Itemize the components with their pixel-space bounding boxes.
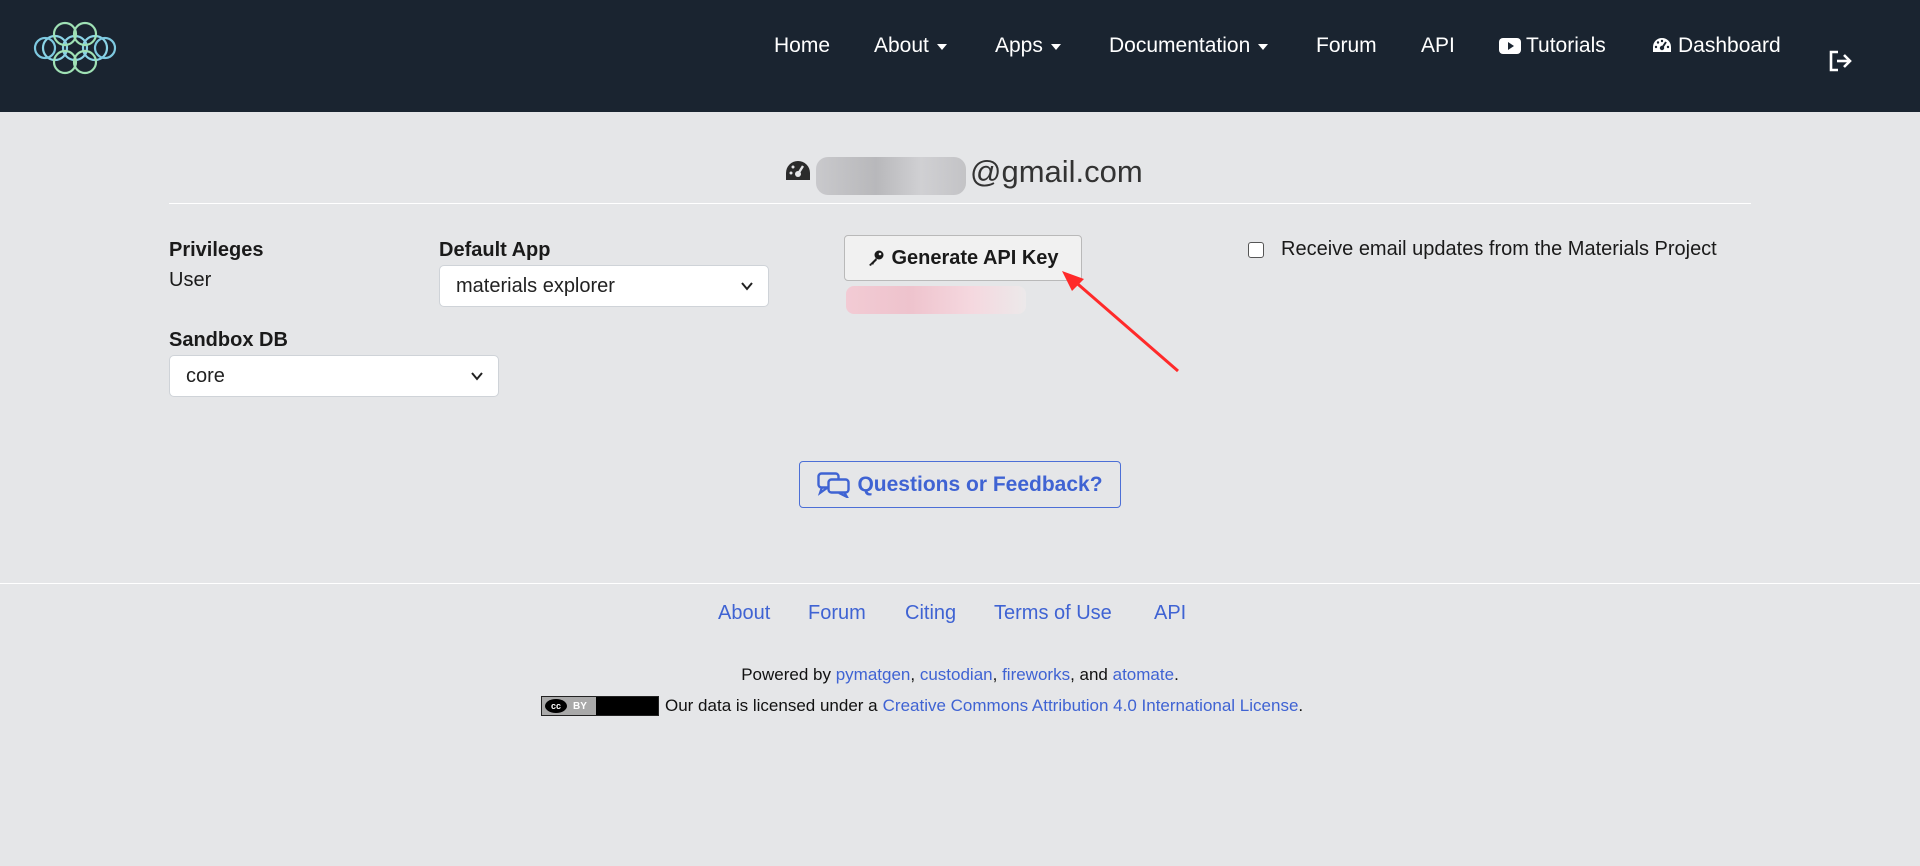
cc-by-badge[interactable]: cc BY — [541, 696, 659, 716]
link-fireworks[interactable]: fireworks — [1002, 665, 1070, 684]
generate-api-key-label: Generate API Key — [891, 246, 1059, 269]
chevron-down-icon — [741, 282, 753, 291]
divider — [169, 203, 1751, 204]
license-line: cc BY Our data is licensed under a Creat… — [541, 696, 1303, 716]
nav-tutorials-label: Tutorials — [1526, 34, 1606, 57]
annotation-arrow — [1062, 271, 1179, 373]
caret-down-icon — [936, 44, 947, 50]
email-updates-option[interactable]: Receive email updates from the Materials… — [1248, 238, 1717, 261]
and-text: , and — [1070, 665, 1113, 684]
sandbox-db-value: core — [186, 364, 225, 387]
dashboard-icon — [1651, 36, 1673, 56]
nav-home[interactable]: Home — [774, 34, 830, 58]
caret-down-icon — [1258, 44, 1269, 50]
default-app-value: materials explorer — [456, 274, 615, 297]
nav-apps-label: Apps — [995, 34, 1043, 57]
nav-forum-label: Forum — [1316, 34, 1377, 57]
license-text: Our data is licensed under a — [665, 696, 878, 715]
caret-down-icon — [1050, 44, 1061, 50]
chevron-down-icon — [471, 372, 483, 381]
separator: , — [910, 665, 920, 684]
privileges-label: Privileges — [169, 239, 264, 261]
dashboard-icon — [786, 161, 810, 180]
powered-by-line: Powered by pymatgen, custodian, firework… — [0, 665, 1920, 685]
redacted-api-key — [846, 286, 1026, 314]
license-link[interactable]: Creative Commons Attribution 4.0 Interna… — [883, 696, 1299, 716]
link-pymatgen[interactable]: pymatgen — [836, 665, 911, 684]
footer-divider — [0, 583, 1920, 584]
comments-icon — [817, 471, 851, 498]
nav-documentation-label: Documentation — [1109, 34, 1251, 57]
footer-link-about[interactable]: About — [718, 602, 770, 625]
youtube-icon — [1499, 37, 1521, 55]
questions-feedback-label: Questions or Feedback? — [857, 472, 1103, 496]
powered-prefix: Powered by — [741, 665, 836, 684]
link-custodian[interactable]: custodian — [920, 665, 993, 684]
footer-nav: About Forum Citing Terms of Use API — [0, 602, 1920, 632]
sandbox-db-label: Sandbox DB — [169, 329, 288, 351]
redacted-email-user — [816, 157, 966, 195]
key-icon — [869, 250, 884, 266]
email-domain: @gmail.com — [970, 154, 1143, 189]
nav-documentation[interactable]: Documentation — [1109, 34, 1269, 58]
nav-dashboard-label: Dashboard — [1678, 34, 1781, 57]
materials-project-logo[interactable] — [30, 16, 120, 80]
cc-by-text: BY — [573, 700, 587, 712]
user-email-heading: @gmail.com — [784, 152, 1143, 195]
footer-link-api[interactable]: API — [1154, 602, 1186, 625]
footer-link-forum[interactable]: Forum — [808, 602, 866, 625]
questions-feedback-button[interactable]: Questions or Feedback? — [799, 461, 1121, 508]
privileges-value: User — [169, 269, 212, 291]
cc-icon: cc — [545, 699, 567, 713]
nav-forum[interactable]: Forum — [1316, 34, 1377, 58]
nav-about-label: About — [874, 34, 929, 57]
email-updates-label: Receive email updates from the Materials… — [1281, 238, 1717, 260]
nav-about[interactable]: About — [874, 34, 947, 58]
sign-out-icon[interactable] — [1828, 49, 1854, 73]
sandbox-db-select[interactable]: core — [169, 355, 499, 397]
nav-apps[interactable]: Apps — [995, 34, 1061, 58]
footer-link-terms[interactable]: Terms of Use — [994, 602, 1112, 625]
period: . — [1298, 696, 1304, 715]
default-app-select[interactable]: materials explorer — [439, 265, 769, 307]
footer-link-citing[interactable]: Citing — [905, 602, 956, 625]
nav-tutorials[interactable]: Tutorials — [1499, 34, 1606, 58]
nav-api[interactable]: API — [1421, 34, 1455, 58]
generate-api-key-button[interactable]: Generate API Key — [844, 235, 1082, 281]
nav-api-label: API — [1421, 34, 1455, 57]
email-updates-checkbox[interactable] — [1248, 241, 1264, 258]
top-navbar: Home About Apps Documentation Forum API … — [0, 0, 1920, 112]
cc-badge-left: cc BY — [542, 697, 596, 715]
period: . — [1174, 665, 1179, 684]
separator: , — [992, 665, 1003, 684]
nav-dashboard[interactable]: Dashboard — [1651, 34, 1781, 58]
nav-home-label: Home — [774, 34, 831, 57]
link-atomate[interactable]: atomate — [1113, 665, 1174, 684]
default-app-label: Default App — [439, 239, 551, 261]
